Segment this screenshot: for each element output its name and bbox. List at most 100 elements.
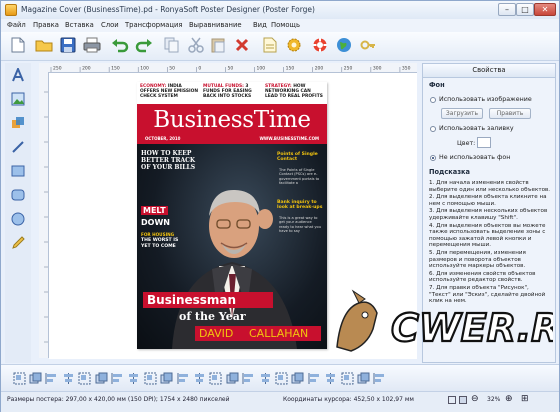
name-last: CALLAHAN [249,327,309,340]
copy-icon[interactable] [163,36,181,54]
housing-label: FOR HOUSING [141,232,175,237]
use-image-label: Использовать изображение [439,96,532,103]
undo-icon[interactable] [111,36,129,54]
menu-transform[interactable]: Трансформация [125,21,183,29]
redo-icon[interactable] [135,36,153,54]
no-background-radio[interactable] [430,155,436,161]
group-icon[interactable] [11,370,27,386]
send-backward-icon[interactable] [191,370,207,386]
image-tool-icon[interactable] [10,91,26,107]
hints-list: 1. Для начала изменения свойств выберите… [429,180,551,306]
align-middle-icon[interactable] [109,370,125,386]
teaser-strategy[interactable]: STRATEGY: HOW NETWORKING CAN LEAD TO REA… [265,84,325,100]
bring-front-icon[interactable] [142,370,158,386]
zoom-out-icon[interactable]: ⊖ [471,394,479,404]
issue-date: OCTOBER, 2010 [145,136,181,141]
app-logo-icon [5,4,17,16]
print-icon[interactable] [83,36,101,54]
lock-icon[interactable] [355,370,371,386]
color-swatch[interactable] [477,137,491,148]
align-right-icon[interactable] [77,370,93,386]
ruler-label: 350 [402,66,411,72]
menu-view[interactable]: Вид [253,21,267,29]
cut-icon[interactable] [187,36,205,54]
pencil-tool-icon[interactable] [10,235,26,251]
no-background-label: Не использовать фон [439,154,511,161]
right-mid-text: This is a great way to get your audience… [279,216,321,234]
ruler-label: 200 [82,66,91,72]
align-center-icon[interactable] [60,370,76,386]
menu-layers[interactable]: Слои [101,21,119,29]
subbanner-text[interactable]: of the Year [179,310,246,323]
left-headline[interactable]: HOW TO KEEP BETTER TRACK OF YOUR BILLS [141,150,197,171]
distribute-v-icon[interactable] [290,370,306,386]
zoom-in-icon[interactable]: ⊕ [505,394,513,404]
zoom-fit-icon[interactable]: ⊞ [521,394,529,404]
actual-size-icon[interactable] [459,396,467,404]
load-button[interactable]: Загрузить [441,108,483,119]
masthead-title[interactable]: BusinessTime [137,107,327,133]
name-plate[interactable]: DAVID CALLAHAN [195,326,321,341]
menu-edit[interactable]: Правка [33,21,59,29]
gear-icon[interactable] [285,36,303,54]
melt-label[interactable]: MELT [141,206,168,215]
businessman-banner[interactable]: Businessman [143,292,273,308]
paste-icon[interactable] [209,36,227,54]
same-width-icon[interactable] [306,370,322,386]
help-lifebuoy-icon[interactable] [311,36,329,54]
new-file-icon[interactable] [9,36,27,54]
align-left-icon[interactable] [44,370,60,386]
fit-page-icon[interactable] [448,396,456,404]
magazine-poster[interactable]: ECONOMY: INDIA OFFERS NEW EMISSION CHECK… [137,82,327,349]
ellipse-tool-icon[interactable] [10,211,26,227]
open-folder-icon[interactable] [35,36,53,54]
web-globe-icon[interactable] [335,36,353,54]
hint-item: 5. Для перемещения, изменения размеров и… [429,249,526,270]
save-icon[interactable] [59,36,77,54]
unlock-icon[interactable] [372,370,388,386]
teaser-economy[interactable]: ECONOMY: INDIA OFFERS NEW EMISSION CHECK… [140,84,200,100]
align-bottom-icon[interactable] [126,370,142,386]
use-fill-radio[interactable] [430,126,436,132]
menu-file[interactable]: Файл [7,21,26,29]
maximize-button[interactable]: □ [516,3,534,16]
same-height-icon[interactable] [323,370,339,386]
housing-text[interactable]: THE WORST IS YET TO COME [141,238,189,249]
same-size-icon[interactable] [339,370,355,386]
use-fill-label: Использовать заливку [439,125,514,132]
close-button[interactable]: ✕ [534,3,556,16]
ruler-ticks: 250 200 150 100 50 0 50 100 150 200 250 300 350 [50,66,411,72]
hint-item: 2. Для выделения объекта кликните на нем… [429,194,547,207]
menu-help[interactable]: Помощь [271,21,300,29]
key-icon[interactable] [359,36,377,54]
down-label[interactable]: DOWN [141,218,170,227]
flip-h-icon[interactable] [208,370,224,386]
right-mid-title[interactable]: Bank inquiry to look at break-ups [277,200,323,211]
use-image-radio[interactable] [430,97,436,103]
bring-forward-icon[interactable] [175,370,191,386]
name-first: DAVID [199,327,234,340]
ruler-label: 50 [169,66,175,72]
rotate-left-icon[interactable] [241,370,257,386]
menu-align[interactable]: Выравнивание [189,21,242,29]
ungroup-icon[interactable] [27,370,43,386]
send-back-icon[interactable] [159,370,175,386]
rectangle-tool-icon[interactable] [10,163,26,179]
minimize-button[interactable]: – [498,3,516,16]
menu-insert[interactable]: Вставка [65,21,94,29]
rotate-right-icon[interactable] [257,370,273,386]
page-settings-icon[interactable] [261,36,279,54]
flip-v-icon[interactable] [224,370,240,386]
teaser-funds[interactable]: MUTUAL FUNDS: 3 FUNDS FOR EASING BACK IN… [203,84,261,100]
watermark-text: CWER.RU [391,306,553,350]
delete-icon[interactable] [233,36,251,54]
distribute-h-icon[interactable] [273,370,289,386]
line-tool-icon[interactable] [10,139,26,155]
clipart-tool-icon[interactable] [10,115,26,131]
edit-button[interactable]: Править [489,108,531,119]
align-top-icon[interactable] [93,370,109,386]
text-tool-icon[interactable] [10,67,26,83]
right-box-title[interactable]: Points of Single Contact [277,152,323,163]
rounded-rect-tool-icon[interactable] [10,187,26,203]
properties-title: Свойства [423,64,555,78]
